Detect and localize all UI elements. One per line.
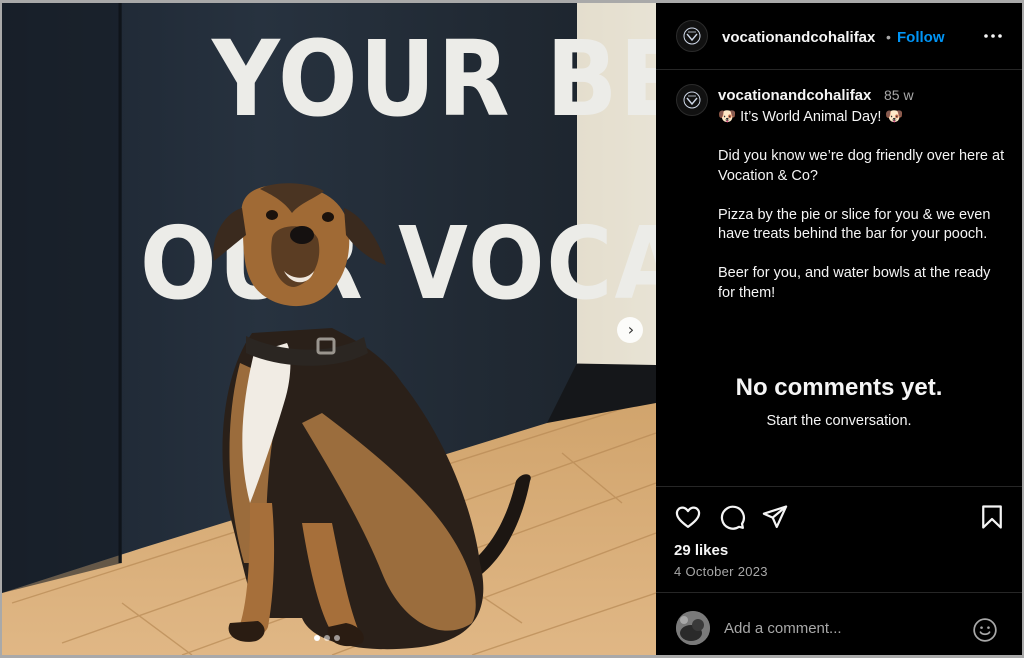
account-avatar[interactable] — [676, 20, 708, 52]
caption-line: Did you know we’re dog friendly over her… — [718, 148, 1005, 184]
wall-lettering-2: OUR VOCATION — [140, 205, 656, 322]
follow-button[interactable]: Follow — [897, 29, 945, 46]
like-button[interactable] — [674, 503, 702, 531]
current-user-avatar — [676, 611, 710, 645]
caption-line: 🐶 It’s World Animal Day! 🐶 — [718, 109, 904, 125]
carousel-dot — [324, 635, 330, 641]
bookmark-icon — [982, 505, 1002, 529]
user-photo — [676, 611, 710, 645]
post-photo[interactable]: YOUR BEER OUR VOCATION — [2, 3, 656, 655]
carousel-indicator — [314, 635, 340, 641]
no-comments-title: No comments yet. — [735, 374, 943, 401]
post-header: vocationandcohalifax • Follow — [656, 3, 1022, 70]
dog-photo-scene: YOUR BEER OUR VOCATION — [2, 3, 656, 655]
caption-line: Pizza by the pie or slice for you & we e… — [718, 206, 991, 243]
caption-text: 🐶 It’s World Animal Day! 🐶 Did you know … — [718, 108, 1010, 323]
save-button[interactable] — [978, 503, 1006, 531]
post-side-panel: vocationandcohalifax • Follow vocationan… — [656, 3, 1022, 655]
chevron-right-icon: › — [627, 320, 635, 339]
post-viewer: YOUR BEER OUR VOCATION — [2, 3, 1022, 655]
caption-username-link[interactable]: vocationandcohalifax — [718, 87, 871, 104]
wall-lettering-1: YOUR BEER — [211, 18, 656, 140]
heart-icon — [675, 506, 701, 529]
caption-avatar[interactable] — [676, 84, 708, 116]
account-username-link[interactable]: vocationandcohalifax — [722, 29, 875, 46]
more-icon — [984, 34, 1002, 38]
carousel-dot — [314, 635, 320, 641]
brand-logo-icon — [683, 27, 701, 45]
next-photo-button[interactable]: › — [617, 317, 643, 343]
post-date: 4 October 2023 — [674, 564, 768, 579]
no-comments-subtitle: Start the conversation. — [766, 413, 912, 429]
more-options-button[interactable] — [982, 25, 1004, 47]
post-time-ago[interactable]: 85 w — [884, 87, 914, 103]
add-comment-input[interactable] — [724, 617, 954, 639]
share-icon — [762, 505, 788, 529]
like-count[interactable]: 29 likes — [674, 542, 728, 559]
emoji-icon — [973, 618, 997, 642]
separator-dot: • — [886, 29, 891, 45]
comment-button[interactable] — [718, 503, 746, 531]
share-button[interactable] — [761, 503, 789, 531]
brand-logo-icon — [683, 91, 701, 109]
comment-icon — [720, 505, 745, 530]
caption-line: Beer for you, and water bowls at the rea… — [718, 265, 991, 301]
post-actions: 29 likes 4 October 2023 — [656, 486, 1022, 655]
carousel-dot — [334, 635, 340, 641]
comment-composer — [656, 592, 1022, 655]
emoji-picker-button[interactable] — [972, 617, 998, 643]
